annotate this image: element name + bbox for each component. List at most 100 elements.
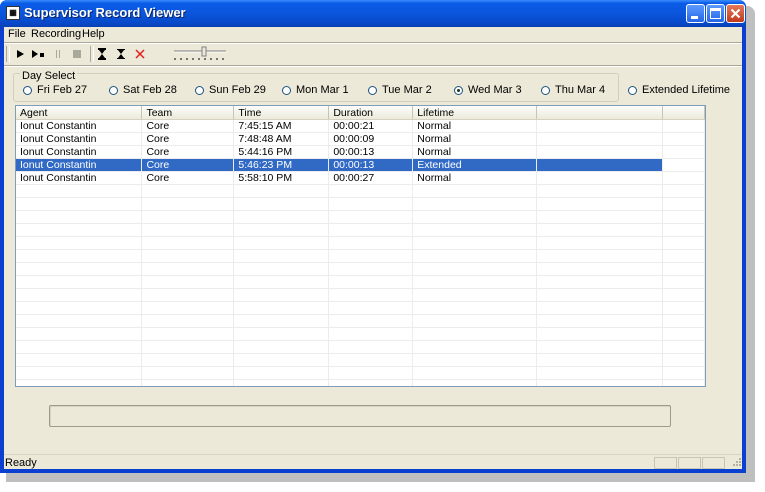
empty-cell	[412, 262, 538, 276]
empty-cell	[536, 379, 664, 386]
empty-cell	[141, 366, 235, 380]
radio-mon-mar-1[interactable]: Mon Mar 1	[282, 84, 349, 96]
empty-cell	[233, 223, 330, 237]
pause-button[interactable]	[49, 45, 67, 63]
column-header-filler	[662, 106, 705, 120]
table-row[interactable]: Ionut Constantin Core 7:45:15 AM 00:00:2…	[16, 119, 705, 133]
title-bar[interactable]: ▦ Supervisor Record Viewer	[0, 0, 746, 27]
cell-blank	[536, 171, 664, 185]
table-row[interactable]: Ionut Constantin Core 7:48:48 AM 00:00:0…	[16, 132, 705, 146]
column-header-time[interactable]: Time	[233, 106, 330, 120]
empty-cell	[328, 262, 414, 276]
cell-lifetime: Normal	[412, 145, 538, 159]
empty-cell	[16, 340, 143, 354]
app-icon[interactable]: ▦	[6, 6, 20, 20]
empty-cell	[328, 366, 414, 380]
toolbar-grip[interactable]	[6, 46, 10, 62]
empty-cell	[141, 262, 235, 276]
empty-row	[16, 288, 705, 302]
empty-cell	[662, 249, 705, 263]
empty-cell	[141, 197, 235, 211]
hourglass-small-icon	[117, 49, 125, 59]
radio-thu-mar-4[interactable]: Thu Mar 4	[541, 84, 605, 96]
empty-cell	[662, 236, 705, 250]
resize-grip-icon[interactable]	[730, 457, 742, 469]
cell-blank	[536, 145, 664, 159]
cell-lifetime: Normal	[412, 119, 538, 133]
empty-cell	[141, 249, 235, 263]
cell-lifetime: Extended	[412, 158, 538, 172]
play-stop-button[interactable]	[29, 45, 47, 63]
empty-cell	[412, 197, 538, 211]
empty-row	[16, 301, 705, 315]
empty-cell	[662, 314, 705, 328]
radio-circle	[23, 85, 32, 95]
empty-cell	[233, 184, 330, 198]
column-header-team[interactable]: Team	[141, 106, 235, 120]
radio-sat-feb-28[interactable]: Sat Feb 28	[109, 84, 177, 96]
empty-cell	[328, 236, 414, 250]
column-header-lifetime[interactable]: Lifetime	[412, 106, 538, 120]
radio-label: Fri Feb 27	[37, 84, 88, 96]
menu-help[interactable]: Help	[82, 28, 105, 40]
volume-slider[interactable]	[172, 46, 228, 62]
table-row[interactable]: Ionut Constantin Core 5:58:10 PM 00:00:2…	[16, 171, 705, 185]
empty-cell	[536, 210, 664, 224]
record-list[interactable]: Agent Team Time Duration Lifetime Ionut …	[15, 105, 706, 387]
radio-extended-lifetime[interactable]: Extended Lifetime	[628, 84, 730, 96]
empty-cell	[141, 236, 235, 250]
empty-cell	[328, 353, 414, 367]
empty-cell	[233, 340, 330, 354]
stop-button[interactable]	[68, 45, 86, 63]
empty-cell	[412, 379, 538, 386]
hourglass-small-button[interactable]	[112, 45, 130, 63]
minimize-button[interactable]	[686, 4, 705, 23]
empty-cell	[662, 275, 705, 289]
delete-icon	[135, 49, 145, 59]
table-header: Agent Team Time Duration Lifetime	[16, 106, 705, 120]
hourglass-button[interactable]	[93, 45, 111, 63]
empty-cell	[16, 301, 143, 315]
empty-cell	[328, 210, 414, 224]
menu-recording[interactable]: Recording	[31, 28, 81, 40]
status-text: Ready	[5, 457, 37, 469]
radio-circle	[195, 85, 204, 95]
maximize-button[interactable]	[706, 4, 725, 23]
cell-lifetime: Normal	[412, 132, 538, 146]
empty-cell	[16, 275, 143, 289]
column-header-blank[interactable]	[536, 106, 664, 120]
delete-button[interactable]	[131, 45, 149, 63]
table-row-selected[interactable]: Ionut Constantin Core 5:46:23 PM 00:00:1…	[16, 158, 705, 172]
radio-tue-mar-2[interactable]: Tue Mar 2	[368, 84, 432, 96]
empty-cell	[233, 262, 330, 276]
close-button[interactable]	[726, 4, 745, 23]
empty-cell	[412, 249, 538, 263]
empty-row	[16, 379, 705, 386]
radio-label: Thu Mar 4	[555, 84, 606, 96]
empty-cell	[536, 236, 664, 250]
radio-sun-feb-29[interactable]: Sun Feb 29	[195, 84, 266, 96]
empty-cell	[536, 197, 664, 211]
radio-label: Sat Feb 28	[123, 84, 177, 96]
empty-cell	[16, 353, 143, 367]
empty-cell	[536, 249, 664, 263]
cell-agent: Ionut Constantin	[16, 158, 143, 172]
empty-cell	[16, 210, 143, 224]
radio-circle	[282, 85, 291, 95]
empty-cell	[662, 353, 705, 367]
column-header-agent[interactable]: Agent	[16, 106, 143, 120]
cell-time: 7:48:48 AM	[233, 132, 330, 146]
radio-fri-feb-27[interactable]: Fri Feb 27	[23, 84, 87, 96]
empty-cell	[328, 275, 414, 289]
play-button[interactable]	[11, 45, 29, 63]
empty-cell	[233, 197, 330, 211]
empty-cell	[412, 301, 538, 315]
empty-cell	[662, 288, 705, 302]
radio-wed-mar-3[interactable]: Wed Mar 3	[454, 84, 522, 96]
table-row[interactable]: Ionut Constantin Core 5:44:16 PM 00:00:1…	[16, 145, 705, 159]
column-header-duration[interactable]: Duration	[328, 106, 414, 120]
menu-file[interactable]: File	[8, 28, 26, 40]
empty-cell	[16, 262, 143, 276]
empty-cell	[412, 210, 538, 224]
empty-row	[16, 262, 705, 276]
